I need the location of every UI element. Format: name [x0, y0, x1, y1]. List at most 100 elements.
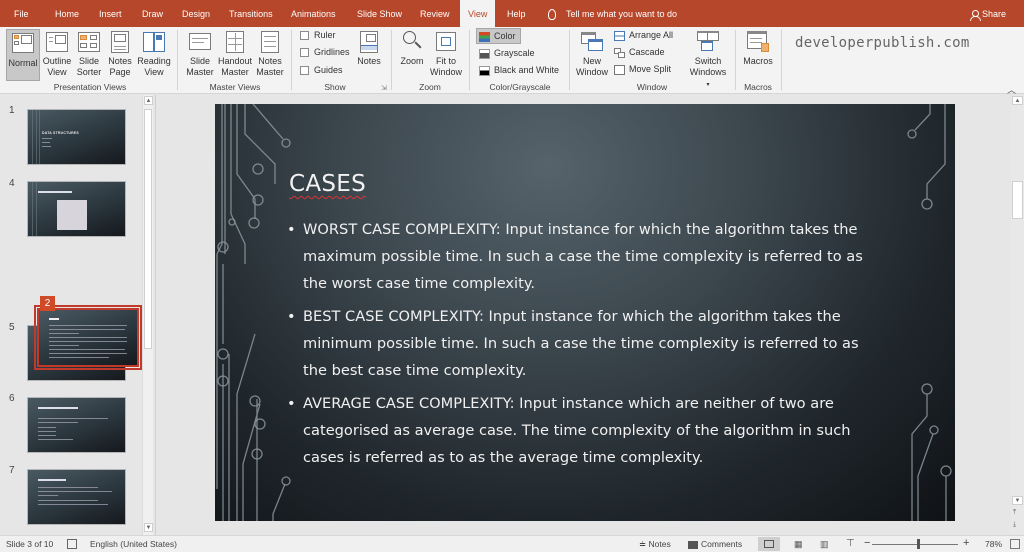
comments-label: Comments — [701, 539, 743, 549]
watermark-text: developerpublish.com — [795, 35, 970, 51]
tell-me-search[interactable]: Tell me what you want to do — [548, 0, 677, 28]
scrollbar-thumb[interactable] — [144, 109, 152, 349]
reading-view-button[interactable]: Reading View — [136, 29, 172, 78]
grayscale-mode-label: Grayscale — [494, 48, 535, 58]
tab-animations[interactable]: Animations — [291, 0, 336, 27]
bullet-average-case[interactable]: AVERAGE CASE COMPLEXITY: Input instance … — [287, 390, 887, 471]
tab-insert[interactable]: Insert — [99, 0, 122, 27]
scrollbar-thumb[interactable] — [1012, 181, 1023, 219]
tab-slide-show[interactable]: Slide Show — [357, 0, 402, 27]
tab-design[interactable]: Design — [182, 0, 210, 27]
gridlines-checkbox[interactable]: Gridlines — [300, 47, 350, 58]
zoom-slider-track[interactable] — [872, 544, 958, 545]
zoom-out-button[interactable]: − — [864, 537, 870, 549]
tab-home[interactable]: Home — [55, 0, 79, 27]
zoom-in-button[interactable]: + — [963, 537, 969, 549]
slide-thumbnail-selected[interactable] — [34, 305, 142, 370]
slide-thumbnail[interactable] — [27, 397, 126, 453]
spell-check-icon[interactable] — [67, 539, 77, 549]
notes-page-button[interactable]: Notes Page — [105, 29, 135, 78]
outline-view-button[interactable]: Outline View — [41, 29, 73, 78]
normal-view-status-button[interactable] — [758, 537, 780, 551]
macros-button[interactable]: Macros — [741, 29, 775, 67]
grayscale-swatch-icon — [479, 48, 490, 59]
slide-sorter-status-button[interactable]: ▦ — [788, 537, 810, 551]
tab-draw[interactable]: Draw — [142, 0, 163, 27]
ruler-checkbox[interactable]: Ruler — [300, 30, 336, 41]
tell-me-label: Tell me what you want to do — [566, 9, 678, 19]
group-divider — [391, 30, 392, 90]
move-split-button[interactable]: Move Split — [614, 62, 671, 76]
reading-view-status-button[interactable]: ▥ — [814, 537, 836, 551]
scroll-up-arrow-icon[interactable]: ▲ — [144, 96, 153, 105]
scroll-up-arrow-icon[interactable]: ▲ — [1012, 96, 1023, 105]
guides-checkbox[interactable]: Guides — [300, 65, 343, 76]
slide-thumbnail[interactable]: DATA STRUCTURES — [27, 109, 126, 165]
show-dialog-launcher-icon[interactable]: ⇲ — [381, 84, 387, 92]
normal-view-icon — [12, 31, 34, 55]
comments-button[interactable]: Comments — [688, 539, 742, 549]
reading-view-icon — [143, 29, 165, 53]
arrange-all-button[interactable]: Arrange All — [614, 28, 673, 42]
slide-sorter-label1: Slide — [78, 56, 99, 66]
slide-bullet-list[interactable]: WORST CASE COMPLEXITY: Input instance fo… — [287, 216, 887, 477]
cascade-button[interactable]: Cascade — [614, 45, 665, 59]
handout-master-button[interactable]: Handout Master — [216, 29, 254, 78]
group-divider — [781, 30, 782, 90]
grayscale-mode-button[interactable]: Grayscale — [479, 46, 535, 60]
bullet-best-case[interactable]: BEST CASE COMPLEXITY: Input instance for… — [287, 303, 887, 384]
zoom-slider-thumb[interactable] — [917, 539, 920, 549]
comment-icon — [688, 540, 698, 549]
notes-toggle-button[interactable]: Notes — [354, 29, 384, 67]
tab-view[interactable]: View — [460, 0, 496, 27]
notes-page-label2: Page — [109, 67, 131, 77]
fit-to-window-icon — [435, 29, 457, 53]
tab-help[interactable]: Help — [507, 0, 526, 27]
zoom-button[interactable]: Zoom — [398, 29, 426, 67]
share-button[interactable]: Share — [969, 0, 1006, 28]
language-indicator[interactable]: English (United States) — [90, 539, 177, 549]
slide-sorter-button[interactable]: Slide Sorter — [74, 29, 104, 78]
macros-group-label: Macros — [744, 82, 772, 92]
previous-slide-icon[interactable]: ⤒ — [1013, 509, 1016, 517]
notes-master-label1: Notes — [258, 56, 282, 66]
slide-show-status-button[interactable]: ⊤ — [840, 537, 862, 551]
bullet-worst-case[interactable]: WORST CASE COMPLEXITY: Input instance fo… — [287, 216, 887, 297]
slide-thumbnail[interactable] — [27, 469, 126, 525]
slide-title[interactable]: CASES — [289, 171, 366, 197]
normal-view-button[interactable]: Normal — [6, 29, 40, 81]
slide-thumbnail[interactable] — [27, 181, 126, 237]
scroll-down-arrow-icon[interactable]: ▼ — [1012, 496, 1023, 505]
slide-canvas[interactable]: CASES WORST CASE COMPLEXITY: Input insta… — [215, 104, 955, 521]
status-bar: Slide 3 of 10 English (United States) ≐ … — [0, 535, 1024, 552]
thumbnail-scrollbar[interactable]: ▲ ▼ — [142, 95, 153, 535]
notes-master-button[interactable]: Notes Master — [255, 29, 285, 78]
switch-windows-button[interactable]: Switch Windows ▾ — [688, 29, 728, 91]
reading-view-label2: View — [144, 67, 164, 77]
slide-sorter-icon: ▦ — [794, 539, 803, 549]
black-white-mode-button[interactable]: Black and White — [479, 63, 559, 77]
fit-slide-icon[interactable] — [1010, 539, 1020, 549]
reading-view-label1: Reading — [137, 56, 171, 66]
notes-master-label2: Master — [256, 67, 284, 77]
zoom-level[interactable]: 78% — [985, 539, 1002, 549]
pane-splitter[interactable] — [155, 95, 156, 535]
switch-windows-label2: Windows ▾ — [688, 67, 728, 91]
new-window-button[interactable]: New Window — [574, 29, 610, 78]
scroll-down-arrow-icon[interactable]: ▼ — [144, 523, 153, 532]
slide-counter: Slide 3 of 10 — [6, 539, 54, 549]
slide-scrollbar[interactable]: ▲ ▼ ⤒ ⤓ — [1011, 95, 1024, 535]
tab-transitions[interactable]: Transitions — [229, 0, 273, 27]
slide-master-button[interactable]: Slide Master — [185, 29, 215, 78]
fit-to-window-label1: Fit to — [435, 56, 456, 66]
show-group-label: Show — [324, 82, 346, 92]
handout-master-label1: Handout — [217, 56, 253, 66]
fit-to-window-button[interactable]: Fit to Window — [428, 29, 464, 78]
thumbnail-title-bar — [38, 191, 72, 193]
tab-review[interactable]: Review — [420, 0, 450, 27]
color-mode-label: Color — [494, 31, 516, 41]
tab-file[interactable]: File — [14, 0, 29, 27]
color-mode-button[interactable]: Color — [476, 28, 521, 44]
notes-button[interactable]: ≐ Notes — [639, 539, 671, 550]
next-slide-icon[interactable]: ⤓ — [1013, 521, 1016, 529]
